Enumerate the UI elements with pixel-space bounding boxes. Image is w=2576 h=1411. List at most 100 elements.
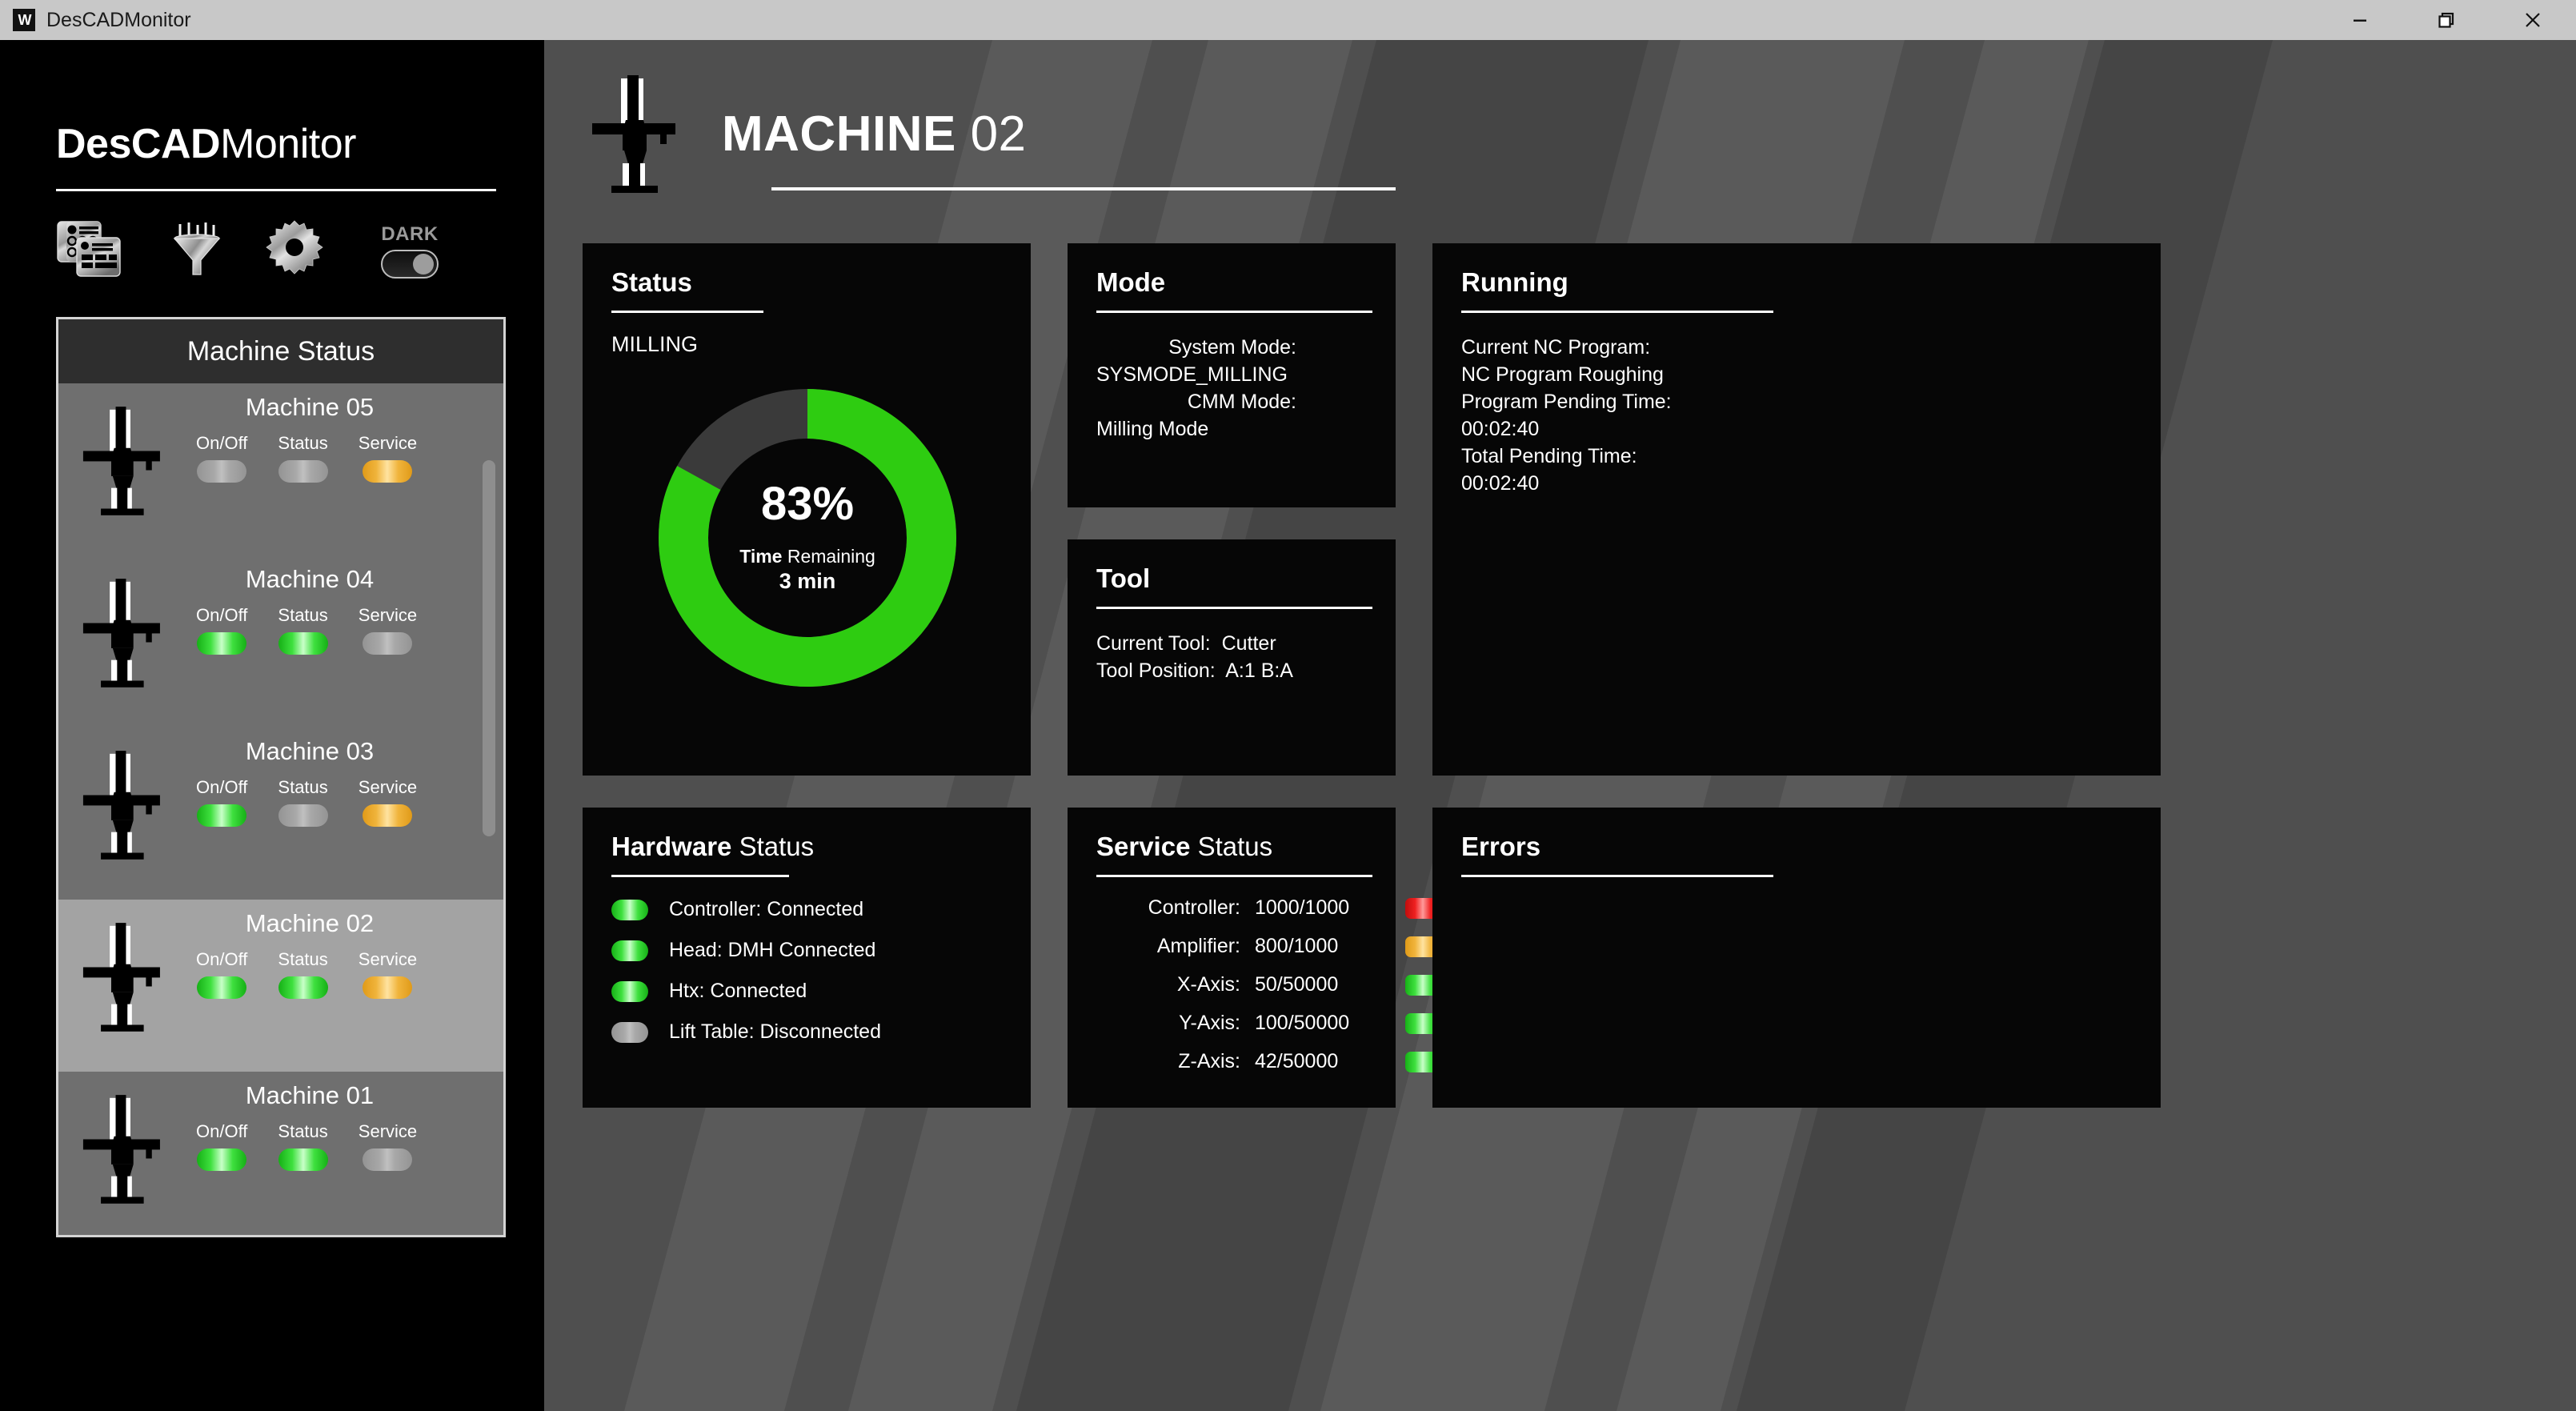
info-row: Program Pending Time: 00:02:40 <box>1461 388 2133 443</box>
settings-button[interactable] <box>264 218 325 283</box>
page-title: MACHINE 02 <box>722 106 1027 162</box>
machine-led-service: Service <box>359 949 417 999</box>
dashboard-grid: Status MILLING 83% Time Remaining 3 min … <box>583 243 2576 1108</box>
window-title: DesCADMonitor <box>46 8 191 31</box>
brand-bold: DesCAD <box>56 121 221 167</box>
panels-button[interactable] <box>56 220 130 282</box>
service-name: Controller: <box>1148 896 1240 919</box>
service-row: Controller: 1000/1000 <box>1096 896 1440 920</box>
tool-card-divider <box>1096 607 1372 609</box>
errors-card-title: Errors <box>1461 832 2133 862</box>
led-indicator <box>363 1148 413 1171</box>
service-card-title: Service Status <box>1096 832 1368 862</box>
page-title-light: 02 <box>970 106 1027 162</box>
mode-card-title: Mode <box>1096 267 1368 298</box>
led-indicator <box>197 804 247 827</box>
donut-remaining-value: 3 min <box>779 569 836 594</box>
page-header: MACHINE 02 <box>581 74 2576 194</box>
donut-percent: 83% <box>760 478 855 531</box>
machine-icon <box>592 75 675 193</box>
info-key: Program Pending Time: <box>1461 391 1672 413</box>
errors-card: Errors <box>1432 808 2161 1108</box>
service-title-light: Status <box>1197 832 1273 861</box>
errors-title-bold: Errors <box>1461 832 1541 861</box>
hardware-status-card: Hardware Status Controller: Connected Hea… <box>583 808 1031 1108</box>
led-label: Status <box>278 605 328 625</box>
tool-card: Tool Current Tool: Cutter Tool Position: … <box>1068 539 1396 776</box>
donut-remaining-bold: Time <box>739 546 783 567</box>
machine-thumb-icon <box>58 403 178 523</box>
errors-card-divider <box>1461 875 1773 877</box>
scrollbar-thumb[interactable] <box>483 460 495 836</box>
led-label: On/Off <box>196 949 248 969</box>
running-title-bold: Running <box>1461 267 1568 297</box>
led-indicator <box>363 460 413 483</box>
machine-list-item[interactable]: Machine 01 On/Off Status Service <box>58 1072 503 1235</box>
led-label: Status <box>278 433 328 453</box>
donut-remaining-label: Time Remaining <box>739 545 875 568</box>
led-indicator <box>363 804 413 827</box>
page-title-divider <box>771 187 1396 190</box>
mode-rows: System Mode: SYSMODE_MILLING CMM Mode: Mi… <box>1096 334 1368 443</box>
machine-led-service: Service <box>359 1121 417 1171</box>
hardware-title-bold: Hardware <box>611 832 732 861</box>
running-card-title: Running <box>1461 267 2133 298</box>
info-row: System Mode: SYSMODE_MILLING <box>1096 334 1368 388</box>
machine-list[interactable]: Machine 05 On/Off Status Service Machine 04 O… <box>58 383 503 1235</box>
status-card: Status MILLING 83% Time Remaining 3 min <box>583 243 1031 776</box>
info-row: Current Tool: Cutter <box>1096 630 1368 657</box>
led-label: Service <box>358 433 418 453</box>
running-card: Running Current NC Program: NC Program R… <box>1432 243 2161 776</box>
service-card-divider <box>1096 875 1372 877</box>
info-key: Current Tool: <box>1096 632 1211 655</box>
hardware-text: Htx: Connected <box>669 980 807 1002</box>
led-indicator <box>278 632 328 655</box>
hardware-led <box>611 899 648 920</box>
led-label: Status <box>278 949 328 969</box>
dark-mode-switch[interactable] <box>381 250 439 279</box>
hardware-row: Htx: Connected <box>611 980 1004 1003</box>
info-key: Current NC Program: <box>1461 336 1651 359</box>
hardware-row: Lift Table: Disconnected <box>611 1020 1004 1044</box>
tool-card-title: Tool <box>1096 563 1368 594</box>
main-content: MACHINE 02 Status MILLING 83% Time Remai… <box>544 40 2576 1411</box>
brand-wordmark: DesCADMonitor <box>56 120 544 168</box>
machine-list-item[interactable]: Machine 04 On/Off Status Service <box>58 555 503 728</box>
service-value: 100/50000 <box>1255 1012 1350 1034</box>
mode-card-divider <box>1096 311 1372 313</box>
dark-mode-toggle[interactable]: DARK <box>381 223 439 279</box>
service-name: Amplifier: <box>1156 935 1240 957</box>
machine-icon <box>82 923 160 1032</box>
restore-icon <box>2438 12 2454 28</box>
maximize-button[interactable] <box>2403 0 2490 40</box>
info-key: Total Pending Time: <box>1461 445 1637 467</box>
status-state-text: MILLING <box>611 332 699 356</box>
hardware-card-title: Hardware Status <box>611 832 1004 862</box>
service-value: 800/1000 <box>1255 935 1339 957</box>
close-button[interactable] <box>2490 0 2576 40</box>
info-row: Current NC Program: NC Program Roughing <box>1461 334 2133 388</box>
sidebar: DesCADMonitor DARK Machine Status Machin… <box>0 40 544 1411</box>
led-label: Status <box>278 1121 328 1141</box>
machine-list-item[interactable]: Machine 02 On/Off Status Service <box>58 900 503 1072</box>
minimize-button[interactable] <box>2317 0 2403 40</box>
machine-icon <box>82 1095 160 1204</box>
info-row: Total Pending Time: 00:02:40 <box>1461 443 2133 497</box>
status-card-divider <box>611 311 763 313</box>
led-label: Status <box>278 777 328 797</box>
filter-icon <box>173 222 221 275</box>
hardware-title-light: Status <box>739 832 815 861</box>
machine-led-service: Service <box>359 777 417 827</box>
machine-list-item[interactable]: Machine 05 On/Off Status Service <box>58 383 503 555</box>
mode-card: Mode System Mode: SYSMODE_MILLING CMM Mod… <box>1068 243 1396 507</box>
status-title-bold: Status <box>611 267 692 297</box>
machine-list-scrollbar[interactable] <box>483 460 495 1235</box>
machine-thumb-icon <box>58 747 178 867</box>
led-indicator <box>278 460 328 483</box>
machine-icon <box>82 751 160 860</box>
tool-rows: Current Tool: Cutter Tool Position: A:1 B… <box>1096 630 1368 684</box>
machine-status-panel: Machine Status Machine 05 On/Off Status Ser… <box>56 317 506 1237</box>
filter-button[interactable] <box>171 220 222 282</box>
machine-list-item[interactable]: Machine 03 On/Off Status Service <box>58 728 503 900</box>
hardware-led <box>611 940 648 961</box>
